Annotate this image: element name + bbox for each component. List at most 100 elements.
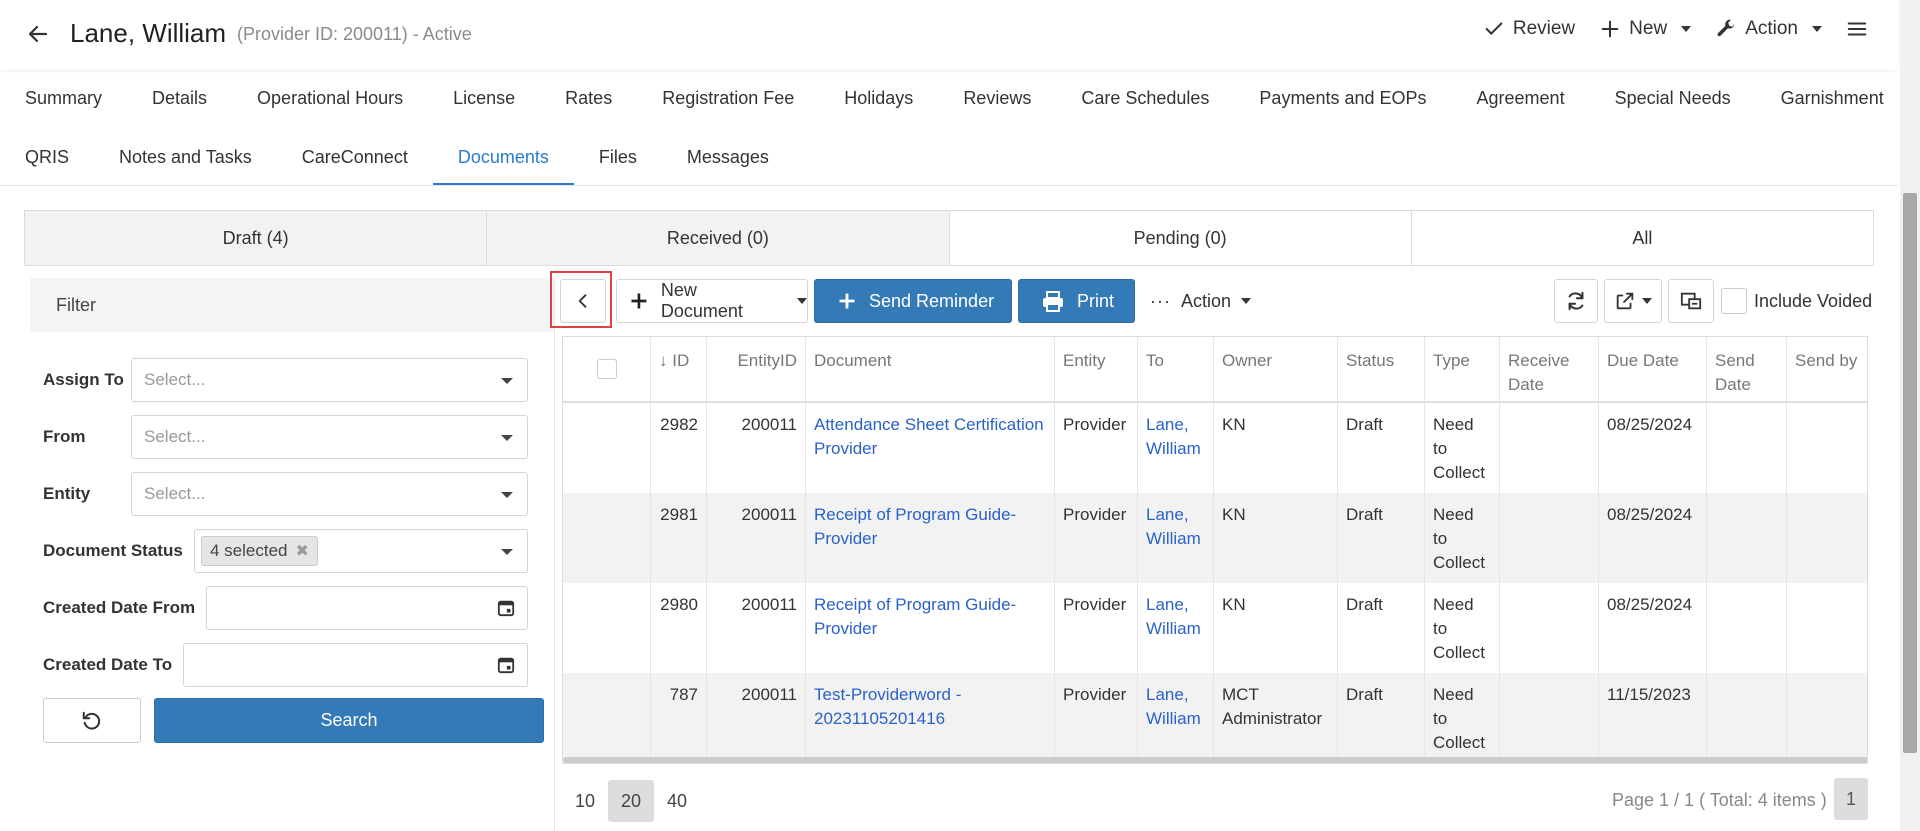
status-selected-chip[interactable]: 4 selected ✖ bbox=[201, 536, 318, 566]
status-tab-pending[interactable]: Pending (0) bbox=[949, 211, 1412, 265]
column-header-entityid[interactable]: EntityID bbox=[707, 337, 806, 403]
tab-payments-and-eops[interactable]: Payments and EOPs bbox=[1234, 86, 1451, 126]
dropdown-arrow-icon bbox=[501, 549, 513, 555]
row-send-by bbox=[1787, 403, 1867, 493]
column-header-owner[interactable]: Owner bbox=[1214, 337, 1338, 403]
tab-messages[interactable]: Messages bbox=[662, 145, 794, 185]
column-header-entity[interactable]: Entity bbox=[1055, 337, 1138, 403]
tab-operational-hours[interactable]: Operational Hours bbox=[232, 86, 428, 126]
row-owner: MCT Administrator bbox=[1214, 673, 1338, 763]
column-header-id[interactable]: ↓ ID bbox=[651, 337, 707, 403]
status-tab-all[interactable]: All bbox=[1411, 211, 1873, 265]
tab-reviews[interactable]: Reviews bbox=[938, 86, 1056, 126]
row-document-link[interactable]: Receipt of Program Guide-Provider bbox=[806, 493, 1055, 583]
new-document-button[interactable]: New Document bbox=[616, 279, 808, 323]
column-chooser-button[interactable] bbox=[1668, 279, 1714, 323]
document-status-select[interactable]: 4 selected ✖ bbox=[194, 529, 528, 573]
row-select-cell[interactable] bbox=[563, 403, 651, 493]
back-button[interactable] bbox=[26, 22, 54, 50]
nav-divider bbox=[0, 185, 1898, 186]
send-reminder-button[interactable]: Send Reminder bbox=[814, 279, 1012, 323]
entity-select[interactable]: Select... bbox=[131, 472, 528, 516]
hamburger-menu-button[interactable] bbox=[1846, 18, 1868, 40]
assign-to-select[interactable]: Select... bbox=[131, 358, 528, 402]
search-button[interactable]: Search bbox=[154, 698, 544, 743]
tab-garnishment[interactable]: Garnishment bbox=[1756, 86, 1909, 126]
row-select-cell[interactable] bbox=[563, 673, 651, 763]
calendar-icon[interactable] bbox=[497, 599, 515, 617]
page-size-40[interactable]: 40 bbox=[654, 780, 700, 822]
include-voided-checkbox[interactable] bbox=[1721, 288, 1747, 314]
undo-icon bbox=[82, 711, 101, 729]
row-document-link[interactable]: Receipt of Program Guide-Provider bbox=[806, 583, 1055, 673]
select-all-checkbox[interactable] bbox=[597, 359, 617, 379]
column-header-receive-date[interactable]: Receive Date bbox=[1500, 337, 1599, 403]
calendar-icon[interactable] bbox=[497, 656, 515, 674]
tab-rates[interactable]: Rates bbox=[540, 86, 637, 126]
page-size-10[interactable]: 10 bbox=[562, 780, 608, 822]
action-menu-button[interactable]: Action bbox=[1715, 18, 1822, 40]
status-tab-draft[interactable]: Draft (4) bbox=[25, 211, 488, 265]
tab-qris[interactable]: QRIS bbox=[0, 145, 94, 185]
review-button[interactable]: Review bbox=[1483, 18, 1575, 40]
tab-documents[interactable]: Documents bbox=[432, 145, 574, 185]
row-to-link[interactable]: Lane, William bbox=[1138, 493, 1214, 583]
page-scrollbar-thumb[interactable] bbox=[1903, 193, 1917, 753]
from-select[interactable]: Select... bbox=[131, 415, 528, 459]
select-all-header bbox=[563, 337, 651, 403]
tab-agreement[interactable]: Agreement bbox=[1452, 86, 1590, 126]
row-to-link[interactable]: Lane, William bbox=[1138, 403, 1214, 493]
row-send-by bbox=[1787, 583, 1867, 673]
refresh-button[interactable] bbox=[1554, 279, 1598, 323]
export-button[interactable] bbox=[1604, 279, 1662, 323]
row-owner: KN bbox=[1214, 493, 1338, 583]
page-size-20[interactable]: 20 bbox=[608, 780, 654, 822]
tab-files[interactable]: Files bbox=[574, 145, 662, 185]
tab-careconnect[interactable]: CareConnect bbox=[277, 145, 433, 185]
print-button[interactable]: Print bbox=[1018, 279, 1135, 323]
column-header-due-date[interactable]: Due Date bbox=[1599, 337, 1707, 403]
row-to-link[interactable]: Lane, William bbox=[1138, 583, 1214, 673]
row-receive-date bbox=[1500, 673, 1599, 763]
reset-filter-button[interactable] bbox=[43, 698, 141, 743]
created-date-from-input[interactable] bbox=[206, 586, 528, 630]
row-document-link[interactable]: Attendance Sheet Certification Provider bbox=[806, 403, 1055, 493]
tab-summary[interactable]: Summary bbox=[0, 86, 127, 126]
row-select-cell[interactable] bbox=[563, 493, 651, 583]
page-number-1[interactable]: 1 bbox=[1834, 778, 1868, 820]
columns-icon bbox=[1680, 292, 1702, 310]
new-menu-button[interactable]: New bbox=[1599, 18, 1692, 40]
created-date-to-input[interactable] bbox=[183, 643, 528, 687]
column-header-send-by[interactable]: Send by bbox=[1787, 337, 1867, 403]
row-select-cell[interactable] bbox=[563, 583, 651, 673]
row-entity: Provider bbox=[1055, 493, 1138, 583]
toolbar-action-button[interactable]: ··· Action bbox=[1150, 279, 1260, 323]
tab-care-schedules[interactable]: Care Schedules bbox=[1056, 86, 1234, 126]
row-document-link[interactable]: Test-Providerword - 20231105201416 bbox=[806, 673, 1055, 763]
entity-placeholder: Select... bbox=[144, 484, 206, 503]
column-header-document[interactable]: Document bbox=[806, 337, 1055, 403]
tab-holidays[interactable]: Holidays bbox=[819, 86, 938, 126]
row-id: 2981 bbox=[651, 493, 707, 583]
tab-license[interactable]: License bbox=[428, 86, 540, 126]
caret-down-icon[interactable] bbox=[797, 298, 807, 304]
grid-horizontal-scrollbar[interactable] bbox=[563, 757, 1867, 763]
column-header-to[interactable]: To bbox=[1138, 337, 1214, 403]
column-header-send-date[interactable]: Send Date bbox=[1707, 337, 1787, 403]
dropdown-arrow-icon bbox=[501, 378, 513, 384]
remove-chip-icon[interactable]: ✖ bbox=[296, 541, 309, 561]
tab-registration-fee[interactable]: Registration Fee bbox=[637, 86, 819, 126]
column-header-status[interactable]: Status bbox=[1338, 337, 1425, 403]
refresh-icon bbox=[1568, 291, 1584, 311]
documents-grid: ↓ ID EntityID Document Entity To Owner S… bbox=[562, 336, 1868, 764]
row-entity-id: 200011 bbox=[707, 673, 806, 763]
row-id: 787 bbox=[651, 673, 707, 763]
column-header-type[interactable]: Type bbox=[1425, 337, 1500, 403]
tab-notes-and-tasks[interactable]: Notes and Tasks bbox=[94, 145, 277, 185]
tab-special-needs[interactable]: Special Needs bbox=[1590, 86, 1756, 126]
document-status-tabs: Draft (4) Received (0) Pending (0) All bbox=[24, 210, 1874, 266]
created-date-to-label: Created Date To bbox=[43, 655, 173, 674]
row-to-link[interactable]: Lane, William bbox=[1138, 673, 1214, 763]
status-tab-received[interactable]: Received (0) bbox=[487, 211, 950, 265]
tab-details[interactable]: Details bbox=[127, 86, 232, 126]
